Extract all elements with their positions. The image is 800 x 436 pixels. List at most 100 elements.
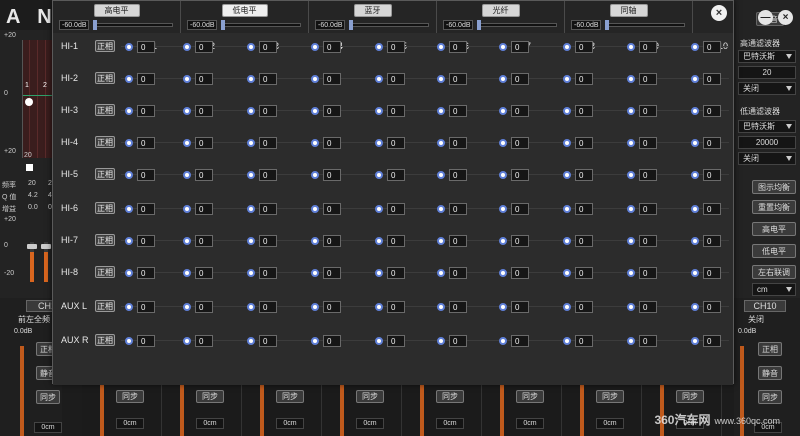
mix-level-knob[interactable] [627,171,635,179]
mix-level-input[interactable]: 0 [449,105,467,117]
mix-level-knob[interactable] [437,43,445,51]
mix-level-knob[interactable] [375,43,383,51]
mix-level-knob[interactable] [691,139,699,147]
mix-level-knob[interactable] [311,107,319,115]
mix-level-input[interactable]: 0 [137,335,155,347]
tab-optical-slider[interactable] [477,23,557,27]
tab-bluetooth-button[interactable]: 蓝牙 [353,4,392,17]
mix-level-knob[interactable] [311,139,319,147]
mix-level-input[interactable]: 0 [639,335,657,347]
high-level-button[interactable]: 高电平 [752,222,796,236]
mix-level-knob[interactable] [563,43,571,51]
mix-level-knob[interactable] [627,107,635,115]
mix-level-input[interactable]: 0 [511,169,529,181]
mix-level-knob[interactable] [499,337,507,345]
mix-level-knob[interactable] [691,337,699,345]
mix-level-input[interactable]: 0 [387,335,405,347]
mix-level-input[interactable]: 0 [323,235,341,247]
row-phase-button[interactable]: 正相 [95,168,115,180]
mix-level-input[interactable]: 0 [511,73,529,85]
mix-level-input[interactable]: 0 [137,301,155,313]
mix-level-knob[interactable] [691,43,699,51]
mix-level-knob[interactable] [691,269,699,277]
mix-level-input[interactable]: 0 [387,235,405,247]
mix-level-knob[interactable] [375,337,383,345]
mix-level-knob[interactable] [375,75,383,83]
mix-level-input[interactable]: 0 [323,137,341,149]
row-phase-button[interactable]: 正相 [95,234,115,246]
graphic-eq-button[interactable]: 图示均衡 [752,180,796,194]
row-phase-button[interactable]: 正相 [95,334,115,346]
mix-level-input[interactable]: 0 [195,301,213,313]
tab-high-level-slider-handle[interactable] [93,20,97,30]
mix-level-knob[interactable] [375,303,383,311]
mix-level-input[interactable]: 0 [703,105,721,117]
mix-level-input[interactable]: 0 [511,301,529,313]
mix-level-knob[interactable] [125,237,133,245]
mix-level-knob[interactable] [499,237,507,245]
mix-level-knob[interactable] [627,205,635,213]
mix-level-input[interactable]: 0 [259,137,277,149]
row-phase-button[interactable]: 正相 [95,266,115,278]
mix-level-knob[interactable] [691,75,699,83]
channel-1-fader[interactable] [20,346,24,436]
tab-high-level-slider[interactable] [93,23,173,27]
channel-10-phase-button[interactable]: 正相 [758,342,782,356]
mix-level-knob[interactable] [627,139,635,147]
distance-8[interactable]: 0cm [596,418,624,429]
mix-level-input[interactable]: 0 [387,41,405,53]
mix-level-input[interactable]: 0 [259,235,277,247]
eq-curve-graph[interactable]: 1 2 [22,40,57,158]
distance-6[interactable]: 0cm [436,418,464,429]
mix-level-input[interactable]: 0 [703,267,721,279]
distance-4[interactable]: 0cm [276,418,304,429]
gain-slider-2-handle[interactable] [41,244,51,249]
minimize-icon[interactable]: — [758,10,773,25]
mix-level-knob[interactable] [247,303,255,311]
mix-level-knob[interactable] [691,205,699,213]
mix-level-knob[interactable] [691,107,699,115]
mix-level-knob[interactable] [691,171,699,179]
mix-level-knob[interactable] [563,171,571,179]
mix-level-input[interactable]: 0 [639,73,657,85]
lowpass-state-select[interactable]: 关闭 [738,152,796,165]
mix-level-input[interactable]: 0 [449,203,467,215]
tab-low-level-slider-handle[interactable] [221,20,225,30]
mix-level-knob[interactable] [247,139,255,147]
mix-level-knob[interactable] [183,43,191,51]
mix-level-input[interactable]: 0 [703,235,721,247]
mix-level-knob[interactable] [311,205,319,213]
mix-level-knob[interactable] [437,75,445,83]
mix-level-input[interactable]: 0 [387,301,405,313]
mix-level-input[interactable]: 0 [449,137,467,149]
mix-level-input[interactable]: 0 [195,41,213,53]
gain-slider-1-handle[interactable] [27,244,37,249]
mix-level-knob[interactable] [375,107,383,115]
mix-level-input[interactable]: 0 [137,267,155,279]
mix-level-knob[interactable] [247,107,255,115]
row-phase-button[interactable]: 正相 [95,104,115,116]
mix-level-input[interactable]: 0 [195,203,213,215]
mix-level-knob[interactable] [499,139,507,147]
mix-level-knob[interactable] [247,43,255,51]
mix-level-input[interactable]: 0 [703,137,721,149]
mix-level-input[interactable]: 0 [639,41,657,53]
dialog-close-icon[interactable]: × [711,5,727,21]
fader-4[interactable] [260,384,264,436]
mix-level-knob[interactable] [183,205,191,213]
eq-row-gain-v1[interactable]: 0.0 [28,204,38,211]
mix-level-knob[interactable] [499,303,507,311]
mix-level-knob[interactable] [499,205,507,213]
mix-level-input[interactable]: 0 [137,105,155,117]
mix-level-input[interactable]: 0 [575,235,593,247]
mix-level-knob[interactable] [627,303,635,311]
mix-level-input[interactable]: 0 [195,105,213,117]
mix-level-input[interactable]: 0 [387,73,405,85]
mix-level-input[interactable]: 0 [575,41,593,53]
tab-bluetooth-slider-handle[interactable] [349,20,353,30]
mix-level-input[interactable]: 0 [323,301,341,313]
mix-level-input[interactable]: 0 [511,137,529,149]
mix-level-knob[interactable] [437,303,445,311]
mix-level-knob[interactable] [183,237,191,245]
tab-low-level[interactable]: 低电平 -60.0dB [181,1,309,33]
